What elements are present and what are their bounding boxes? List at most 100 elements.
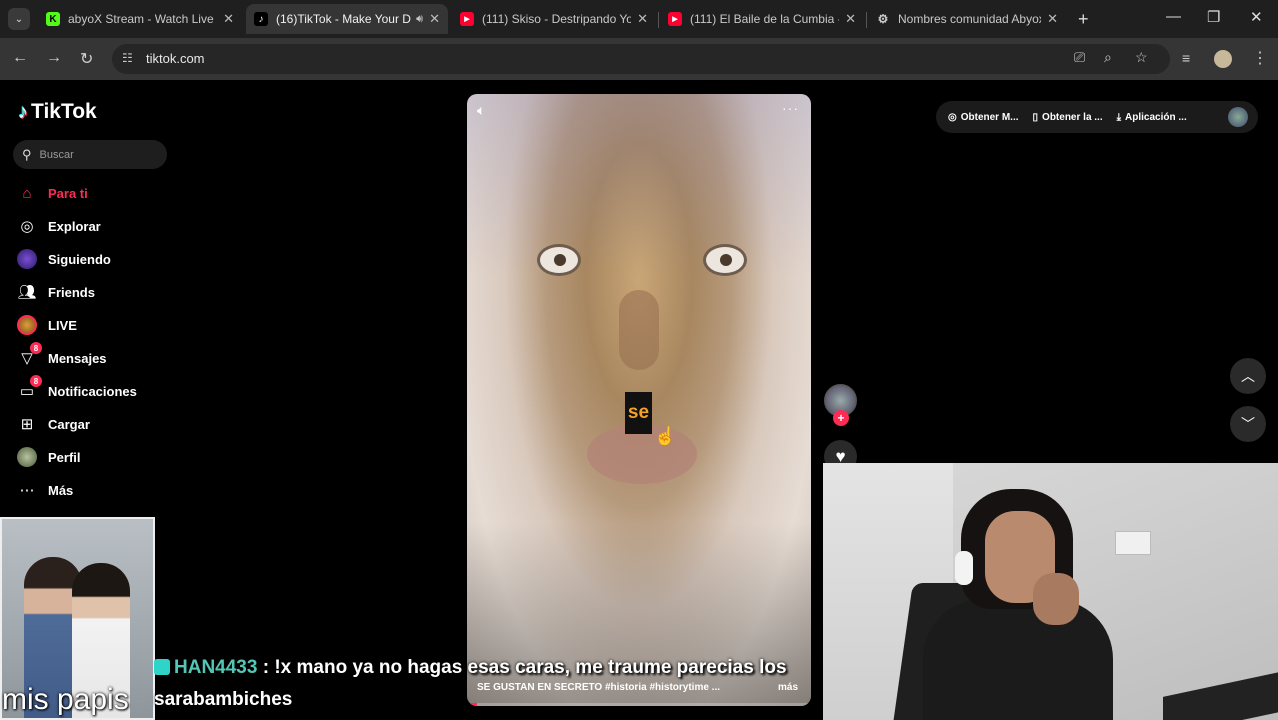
search-box[interactable]: ⚲ [13,140,167,169]
video-player[interactable]: 🔈︎ ··· se ☝ SE GUSTAN EN SECRETO #histor… [467,94,811,706]
close-tab-icon[interactable]: ✕ [637,11,648,27]
compass-icon: ◎ [20,218,34,235]
chat-badge-icon [154,659,170,675]
browser-tab[interactable]: K abyoX Stream - Watch Live o ✕ [38,4,242,34]
browser-tab[interactable]: ⚙ Nombres comunidad Abyox ✕ [868,4,1066,34]
download-icon: ⤓ [1116,111,1122,123]
caption-more-link[interactable]: más [778,682,798,693]
tiktok-icon: ♪ [254,12,268,26]
headset-icon [955,551,973,585]
back-icon[interactable]: ← [12,49,28,67]
screen: ⌄ K abyoX Stream - Watch Live o ✕ ♪ (16)… [0,0,1278,720]
nav-item-friends[interactable]: 👥︎ Friends [16,279,166,305]
nav-item-para-ti[interactable]: ⌂ Para ti [16,180,166,206]
restore-icon[interactable]: ❐ [1207,8,1220,26]
youtube-icon: ▶ [460,12,474,26]
video-progress-bar[interactable] [467,703,811,706]
close-tab-icon[interactable]: ✕ [845,11,856,27]
webcam-outlet [1115,531,1151,555]
tab-divider [658,12,659,28]
previous-video-chevron-up-icon[interactable]: ︿ [1230,358,1266,394]
nav-item-perfil[interactable]: Perfil [16,444,166,470]
stream-chat-message-cont: sarabambiches [154,689,293,710]
nav-item-notificaciones[interactable]: ▭ 8 Notificaciones [16,375,166,404]
video-eye-right [703,244,747,276]
close-tab-icon[interactable]: ✕ [429,11,440,27]
home-icon: ⌂ [22,184,32,202]
kick-icon: K [46,12,60,26]
install-app-icon[interactable]: ⎚ [1074,49,1085,66]
nav-item-siguiendo[interactable]: Siguiendo [16,246,166,272]
get-app-button[interactable]: ▯ Obtener la ... [1033,112,1103,123]
speaker-icon[interactable]: 🔊︎ [416,13,423,26]
browser-tab[interactable]: ▶ (111) Skiso - Destripando Yo ✕ [452,4,656,34]
top-action-bar: ◎ Obtener M... ▯ Obtener la ... ⤓ Aplicació… [936,101,1258,133]
notification-badge: 8 [30,375,42,387]
video-eye-left [537,244,581,276]
bookmark-star-icon[interactable]: ☆ [1135,49,1148,66]
browser-tab[interactable]: ▶ (111) El Baile de la Cumbia - ✕ [660,4,864,34]
webcam-keyboard [1163,669,1278,720]
tiktok-logo[interactable]: ♪ TikTok [18,100,97,124]
video-caption: SE GUSTAN EN SECRETO #historia #historyt… [477,682,721,693]
search-icon: ⚲ [22,146,32,162]
nav-item-explorar[interactable]: ◎ Explorar [16,213,166,239]
message-badge: 8 [30,342,42,354]
youtube-icon: ▶ [668,12,682,26]
video-nose [619,290,659,370]
upload-icon: ⊞ [20,416,34,433]
browser-toolbar: ← → ↻ ☷ tiktok.com ⎚ ⌕ ☆ ≡ ⋮ [0,38,1278,80]
webcam-hand [1033,573,1079,625]
notification-icon: ▭ 8 [16,375,42,402]
profile-avatar[interactable] [1214,50,1232,68]
friends-icon: 👥︎ [17,284,37,301]
nav-item-mas[interactable]: ⋯ Más [16,477,166,503]
close-tab-icon[interactable]: ✕ [1047,11,1058,27]
close-tab-icon[interactable]: ✕ [223,11,234,27]
address-bar[interactable]: ☷ tiktok.com ⎚ ⌕ ☆ [112,44,1170,74]
following-avatar-icon [16,248,38,270]
browser-tab-active[interactable]: ♪ (16)TikTok - Make Your D 🔊︎ ✕ [246,4,448,34]
live-icon [16,314,38,336]
user-avatar[interactable] [1228,107,1248,127]
media-controls-icon[interactable]: ≡ [1182,50,1190,66]
nav-item-cargar[interactable]: ⊞ Cargar [16,411,166,437]
zoom-icon[interactable]: ⌕ [1104,49,1112,66]
browser-tab-bar: ⌄ K abyoX Stream - Watch Live o ✕ ♪ (16)… [0,0,1278,38]
forward-icon[interactable]: → [46,49,62,67]
tiktok-note-icon: ♪ [18,100,28,123]
window-close-icon[interactable]: ✕ [1250,8,1263,26]
volume-icon[interactable]: 🔈︎ [477,102,485,119]
profile-avatar-icon [16,446,38,468]
streamer-webcam [823,463,1278,720]
get-coins-button[interactable]: ◎ Obtener M... [948,112,1019,123]
desktop-app-button[interactable]: ⤓ Aplicación ... [1117,112,1187,123]
follow-plus-icon[interactable]: + [833,410,849,426]
minimize-icon[interactable]: — [1166,8,1181,25]
browser-menu-icon[interactable]: ⋮ [1252,48,1268,68]
search-input[interactable] [39,148,150,161]
webcam-body [923,599,1113,720]
nav-item-mensajes[interactable]: ▽ 8 Mensajes [16,342,166,371]
webcam-streamer [923,489,1113,720]
next-video-chevron-down-icon[interactable]: ﹀ [1230,406,1266,442]
coin-icon: ◎ [948,111,957,123]
video-progress-fill [467,703,478,706]
nav-item-live[interactable]: LIVE [16,312,166,338]
phone-icon: ▯ [1032,111,1039,123]
photo-overlay-label: mis papis [2,683,129,716]
hand-cursor-icon: ☝ [654,426,677,446]
site-settings-icon[interactable]: ☷ [122,51,133,65]
video-overlay-text: se [625,392,652,434]
tab-search-chevron-icon[interactable]: ⌄ [8,8,30,30]
more-icon: ⋯ [19,482,35,499]
tab-divider [866,12,867,28]
chatgpt-icon: ⚙ [877,12,889,26]
message-icon: ▽ 8 [16,342,42,369]
new-tab-icon[interactable]: + [1078,9,1089,30]
video-more-options-icon[interactable]: ··· [782,100,799,116]
chat-username: HAN4433 [174,657,258,678]
reload-icon[interactable]: ↻ [80,49,93,69]
url-text[interactable]: tiktok.com [146,51,205,66]
stream-chat-message: HAN4433 : !x mano ya no hagas esas caras… [154,657,787,679]
